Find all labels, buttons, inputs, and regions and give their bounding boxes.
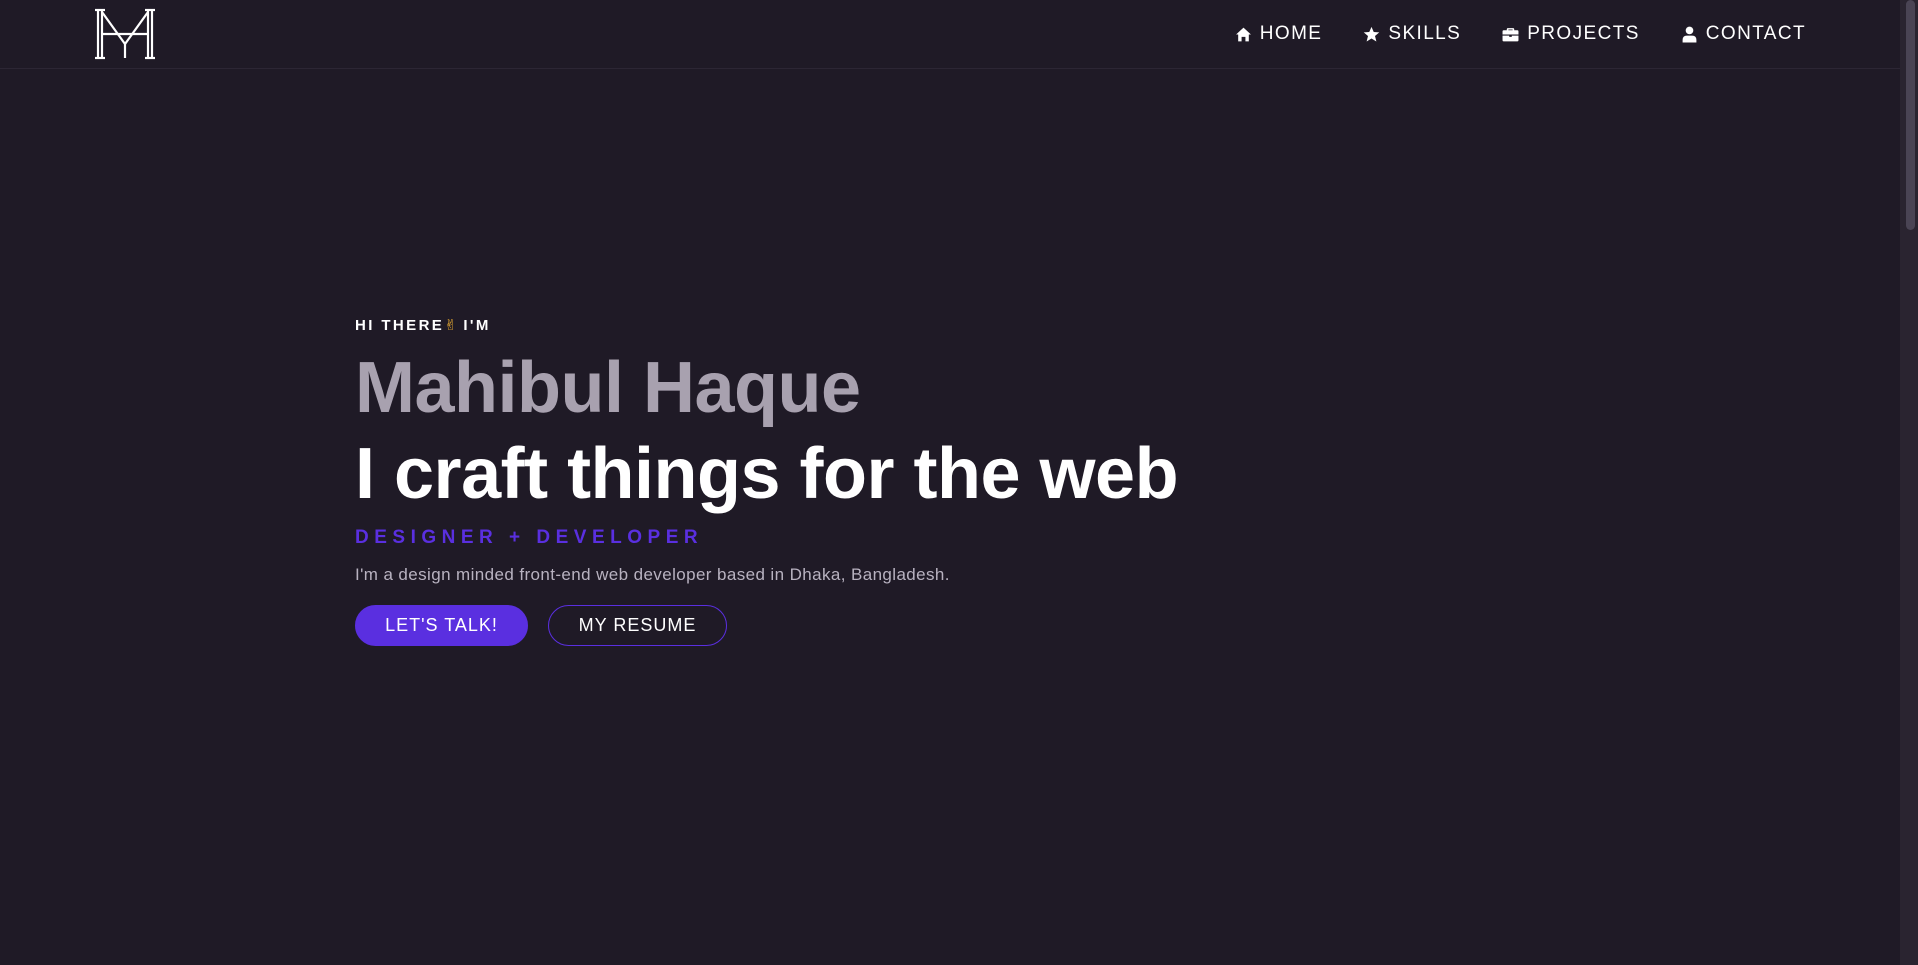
my-resume-button[interactable]: MY RESUME bbox=[548, 605, 727, 646]
cta-row: LET'S TALK! MY RESUME bbox=[355, 605, 1178, 646]
home-icon bbox=[1235, 27, 1251, 41]
page: HOME SKILLS PROJECTS CONTACT HI THERE✌ I… bbox=[0, 0, 1918, 965]
logo-mh-icon[interactable] bbox=[95, 8, 155, 60]
star-icon bbox=[1364, 26, 1380, 42]
greeting-prefix: HI THERE bbox=[355, 317, 445, 334]
victory-hand-icon: ✌ bbox=[444, 317, 457, 334]
nav-item-skills[interactable]: SKILLS bbox=[1363, 23, 1461, 45]
greeting: HI THERE✌ I'M bbox=[355, 313, 1178, 339]
scrollbar-thumb[interactable] bbox=[1906, 0, 1915, 230]
lets-talk-button[interactable]: LET'S TALK! bbox=[355, 605, 528, 646]
nav-item-home[interactable]: HOME bbox=[1235, 23, 1323, 45]
user-icon bbox=[1682, 26, 1697, 42]
nav-item-contact[interactable]: CONTACT bbox=[1681, 23, 1806, 45]
nav-item-skills-label: SKILLS bbox=[1388, 23, 1462, 44]
navbar: HOME SKILLS PROJECTS CONTACT bbox=[0, 0, 1900, 69]
nav-item-projects-label: PROJECTS bbox=[1527, 23, 1640, 44]
hero-name: Mahibul Haque bbox=[355, 348, 861, 428]
briefcase-icon bbox=[1502, 27, 1519, 41]
hero-bio: I'm a design minded front-end web develo… bbox=[355, 565, 950, 584]
hero-section: HI THERE✌ I'M Mahibul Haque I craft thin… bbox=[355, 313, 1179, 646]
page-scrollbar[interactable] bbox=[1900, 0, 1918, 965]
hero-roles: DESIGNER + DEVELOPER bbox=[355, 527, 704, 548]
hero-tagline: I craft things for the web bbox=[355, 434, 1179, 514]
main-nav: HOME SKILLS PROJECTS CONTACT bbox=[1194, 0, 1806, 68]
nav-item-home-label: HOME bbox=[1259, 23, 1323, 44]
greeting-suffix: I'M bbox=[456, 317, 491, 334]
nav-item-contact-label: CONTACT bbox=[1705, 23, 1806, 44]
nav-item-projects[interactable]: PROJECTS bbox=[1502, 23, 1640, 45]
